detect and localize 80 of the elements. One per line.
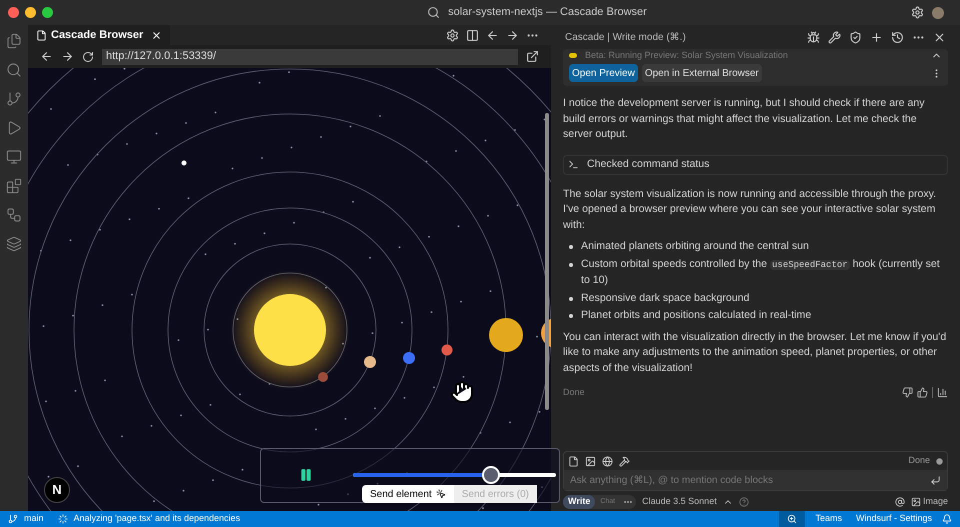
spinner-icon <box>58 514 68 524</box>
status-item[interactable]: Teams <box>811 512 846 526</box>
mode-tab[interactable]: Write <box>563 495 596 509</box>
panel-title: Cascade | Write mode (⌘.) <box>565 30 686 44</box>
plus-icon[interactable] <box>870 30 883 44</box>
workflow-icon[interactable] <box>6 207 22 223</box>
help-icon[interactable] <box>738 497 749 507</box>
bell-icon[interactable] <box>942 514 952 524</box>
thumbs-up-icon[interactable] <box>917 387 928 398</box>
blocks-icon[interactable] <box>6 178 22 194</box>
mention-icon[interactable] <box>894 497 905 507</box>
open-preview-button[interactable]: Open Preview <box>569 64 638 82</box>
list-item: Responsive dark space background <box>581 290 750 306</box>
terminal-icon <box>568 159 579 170</box>
settings-icon[interactable] <box>446 28 459 42</box>
close-icon[interactable] <box>933 30 946 44</box>
list-item: Planet orbits and positions calculated in real-time <box>581 308 812 323</box>
close-window-icon[interactable] <box>8 7 19 18</box>
close-icon[interactable] <box>151 30 162 40</box>
back-icon[interactable] <box>486 28 499 42</box>
zoom-icon[interactable] <box>787 514 798 524</box>
split-view-icon[interactable] <box>466 28 479 42</box>
forward-icon[interactable] <box>61 50 74 63</box>
external-link-icon[interactable] <box>526 50 539 63</box>
maximize-window-icon[interactable] <box>42 7 53 18</box>
thumbs-down-icon[interactable] <box>902 387 913 398</box>
tool-call-label: Checked command status <box>587 156 710 172</box>
tools-icon[interactable] <box>828 30 841 44</box>
pause-icon[interactable] <box>299 468 313 482</box>
image-icon[interactable] <box>910 497 921 507</box>
hammer-icon[interactable] <box>619 456 630 466</box>
banner-text: Beta: Running Preview: Solar System Visualization <box>585 50 788 60</box>
bullet-icon <box>569 245 573 249</box>
slider-track[interactable] <box>353 473 556 477</box>
run-icon[interactable] <box>6 120 22 136</box>
chart-icon[interactable] <box>937 387 948 398</box>
enter-icon[interactable] <box>930 474 941 486</box>
globe-icon[interactable] <box>602 456 613 466</box>
file-icon <box>36 30 47 40</box>
input-status: Done <box>908 454 930 468</box>
bullet-icon <box>569 262 573 266</box>
image-button[interactable]: Image <box>922 495 948 509</box>
hand-cursor-icon <box>450 380 474 404</box>
message-text: I notice the development server is running, but I should check if there are any build errors or warnings that might affect the visualization. Let me check the server output. <box>563 96 926 142</box>
pointer-icon <box>436 489 446 499</box>
search-icon[interactable] <box>427 6 440 19</box>
layers-icon[interactable] <box>6 236 22 252</box>
reload-icon[interactable] <box>82 50 94 62</box>
search-icon[interactable] <box>6 62 22 78</box>
message-text: You can interact with the visualization directly in the browser. Let me know if you'd like to make any adjustments to the animation speed, planet properties, or other aspects of the visualization! <box>563 330 948 376</box>
external-browser-button[interactable]: Open in External Browser <box>642 64 762 82</box>
monitor-icon[interactable] <box>6 149 22 165</box>
avatar-icon[interactable] <box>932 6 944 18</box>
send-button[interactable]: Send element <box>362 485 454 503</box>
status-message: Analyzing 'page.tsx' and its dependencies <box>74 512 240 526</box>
branch-label[interactable]: main <box>24 512 44 526</box>
bullet-icon <box>569 296 573 300</box>
status-item[interactable]: Windsurf - Settings <box>852 512 936 526</box>
bug-icon[interactable] <box>807 30 820 44</box>
forward-icon[interactable] <box>506 28 519 42</box>
image-icon[interactable] <box>585 456 596 466</box>
bullet-icon <box>569 314 573 318</box>
branch-icon[interactable] <box>6 91 22 107</box>
list-item: Custom orbital speeds controlled by the useSpeedFactor hook (currently set to 10) <box>581 256 941 288</box>
model-selector[interactable]: Claude 3.5 Sonnet <box>642 495 717 509</box>
status-label: Done <box>563 386 585 399</box>
back-icon[interactable] <box>40 50 53 63</box>
url-field[interactable]: http://127.0.0.1:53339/ <box>102 48 518 64</box>
history-icon[interactable] <box>891 30 904 44</box>
shield-icon[interactable] <box>849 30 862 44</box>
branch-icon[interactable] <box>8 514 18 524</box>
list-item: Animated planets orbiting around the central sun <box>581 239 809 254</box>
window-title: solar-system-nextjs — Cascade Browser <box>448 5 647 20</box>
settings-icon[interactable] <box>911 6 924 19</box>
file-icon[interactable] <box>568 456 579 466</box>
message-text: The solar system visualization is now running and accessible through the proxy. I've opened a browser preview where you can see your interactive solar system with: <box>563 186 938 232</box>
browser-tab[interactable]: Cascade Browser <box>28 25 170 45</box>
status-indicator-icon <box>936 458 943 464</box>
files-icon[interactable] <box>6 33 22 49</box>
minimize-window-icon[interactable] <box>25 7 36 18</box>
